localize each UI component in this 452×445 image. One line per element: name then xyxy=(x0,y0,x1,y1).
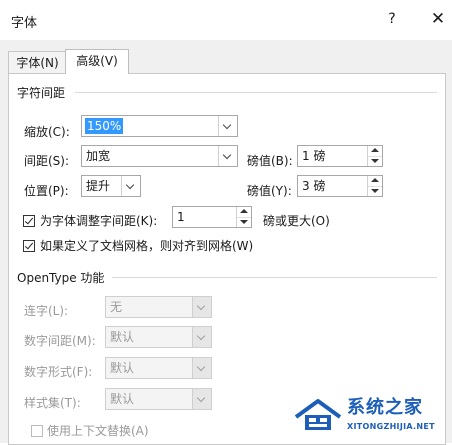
watermark-url: XITONGZHIJIA.NET xyxy=(347,422,435,431)
chevron-down-icon[interactable] xyxy=(218,116,237,136)
kerning-spinbox[interactable]: 1 xyxy=(172,206,252,228)
kerning-label: 为字体调整字间距(K): xyxy=(40,214,158,228)
divider xyxy=(75,92,437,93)
help-button[interactable]: ? xyxy=(382,9,402,29)
spacing-label: 间距(S): xyxy=(24,154,70,168)
close-button[interactable]: ✕ xyxy=(428,9,448,29)
contextual-alternates-checkbox[interactable] xyxy=(31,425,43,437)
scale-label: 缩放(C): xyxy=(24,125,70,139)
number-spacing-value: 默认 xyxy=(110,330,135,344)
position-by-value: 3 磅 xyxy=(302,179,326,193)
ligatures-value: 无 xyxy=(110,300,123,314)
spacing-by-label: 磅值(B): xyxy=(247,154,293,168)
spin-down-icon[interactable] xyxy=(368,186,382,196)
spacing-value: 加宽 xyxy=(86,149,111,163)
contextual-alternates-label: 使用上下文替换(A) xyxy=(47,424,149,438)
chevron-down-icon[interactable] xyxy=(192,327,211,347)
watermark-name: 系统之家 xyxy=(347,397,423,418)
kerning-value: 1 xyxy=(177,210,185,224)
divider xyxy=(112,277,437,278)
tab-font[interactable]: 字体(N) xyxy=(8,51,67,74)
spin-buttons xyxy=(236,207,251,227)
dialog-body: 字体(N) 高级(V) 字符间距 缩放(C): 150% 间距(S): 加宽 磅… xyxy=(0,40,452,445)
watermark: 系统之家 XITONGZHIJIA.NET xyxy=(293,395,443,439)
snap-grid-label: 如果定义了文档网格，则对齐到网格(W) xyxy=(40,239,254,253)
number-forms-label: 数字形式(F): xyxy=(24,365,93,379)
section-title-opentype: OpenType 功能 xyxy=(17,271,105,285)
position-by-label: 磅值(Y): xyxy=(247,184,292,198)
tab-advanced[interactable]: 高级(V) xyxy=(65,49,129,74)
position-label: 位置(P): xyxy=(24,184,69,198)
spacing-by-spinbox[interactable]: 1 磅 xyxy=(297,145,383,167)
chevron-down-icon[interactable] xyxy=(218,146,237,166)
chevron-down-icon[interactable] xyxy=(121,176,140,196)
chevron-down-icon[interactable] xyxy=(192,358,211,378)
section-title-char-spacing: 字符间距 xyxy=(17,86,66,100)
snap-grid-checkbox[interactable] xyxy=(23,240,35,252)
spin-down-icon[interactable] xyxy=(368,156,382,166)
stylistic-sets-value: 默认 xyxy=(110,392,135,406)
scale-value: 150% xyxy=(85,118,124,134)
number-forms-value: 默认 xyxy=(110,361,135,375)
kerning-checkbox[interactable] xyxy=(23,215,35,227)
spin-down-icon[interactable] xyxy=(237,217,251,227)
window-title: 字体 xyxy=(11,16,38,31)
spacing-combobox[interactable]: 加宽 xyxy=(81,145,238,167)
stylistic-sets-label: 样式集(T): xyxy=(24,396,81,410)
number-forms-combobox[interactable]: 默认 xyxy=(105,357,212,379)
spin-buttons xyxy=(367,146,382,166)
position-value: 提升 xyxy=(86,179,111,193)
stylistic-sets-combobox[interactable]: 默认 xyxy=(105,388,212,410)
ligatures-combobox[interactable]: 无 xyxy=(105,296,212,318)
advanced-panel: 字符间距 缩放(C): 150% 间距(S): 加宽 磅值(B): 1 磅 位置… xyxy=(8,73,446,445)
spin-buttons xyxy=(367,176,382,196)
kerning-suffix: 磅或更大(O) xyxy=(263,214,330,228)
chevron-down-icon[interactable] xyxy=(192,389,211,409)
position-combobox[interactable]: 提升 xyxy=(81,175,141,197)
number-spacing-combobox[interactable]: 默认 xyxy=(105,326,212,348)
ligatures-label: 连字(L): xyxy=(24,304,69,318)
position-by-spinbox[interactable]: 3 磅 xyxy=(297,175,383,197)
spacing-by-value: 1 磅 xyxy=(302,149,326,163)
title-bar: 字体 ? ✕ xyxy=(0,0,452,40)
number-spacing-label: 数字间距(M): xyxy=(24,334,96,348)
scale-combobox[interactable]: 150% xyxy=(81,115,238,137)
house-logo-icon xyxy=(294,399,342,430)
chevron-down-icon[interactable] xyxy=(192,297,211,317)
